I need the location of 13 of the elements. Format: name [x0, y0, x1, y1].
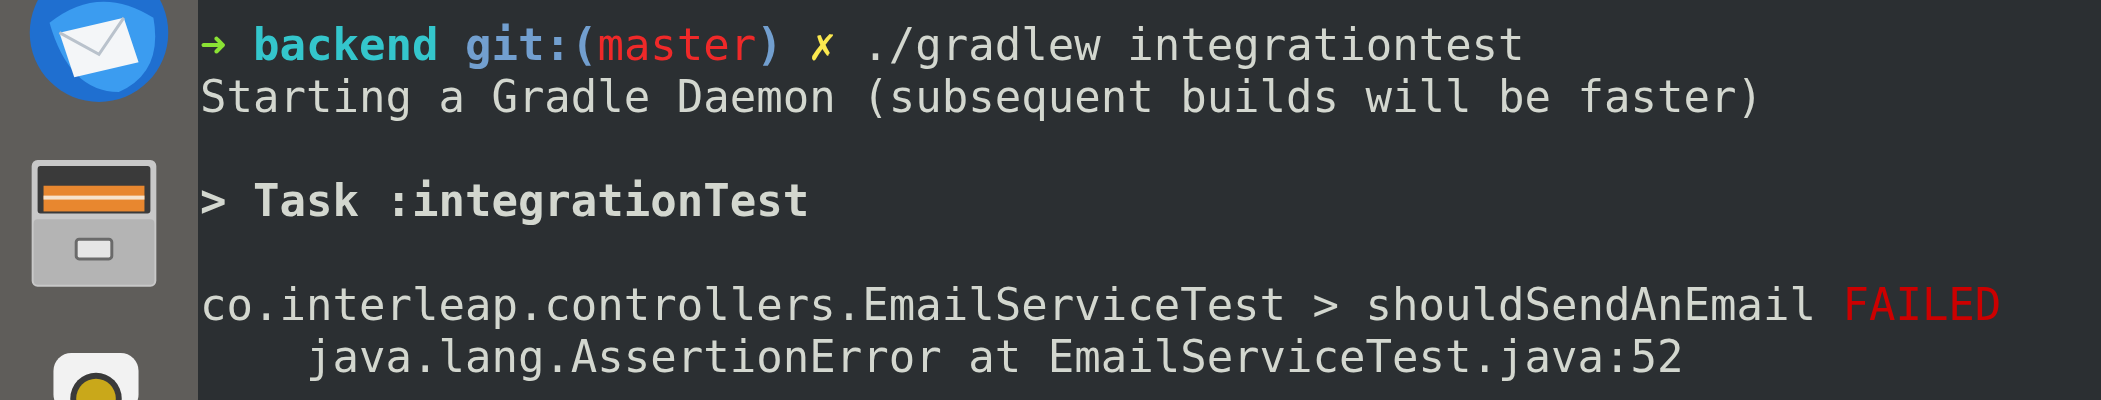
git-label: git:(	[464, 19, 598, 70]
dirty-mark: ✗	[809, 19, 836, 70]
test-name: co.interleap.controllers.EmailServiceTest > shouldSendAnEmail	[200, 279, 1816, 330]
file-cabinet-icon[interactable]	[29, 159, 159, 287]
task-heading: > Task :integrationTest	[200, 175, 810, 226]
branch-name: master	[597, 19, 757, 70]
directory-name: backend	[253, 19, 439, 70]
test-status: FAILED	[1842, 279, 2002, 330]
output-text: Starting a Gradle Daemon (subsequent builds will be faster)	[200, 71, 1763, 122]
output-text: java.lang.AssertionError at EmailServiceTest.java:52	[304, 331, 1684, 382]
git-label: )	[756, 19, 783, 70]
command-text: ./gradlew integrationtest	[862, 19, 1525, 70]
prompt-arrow: ➜	[200, 19, 227, 70]
